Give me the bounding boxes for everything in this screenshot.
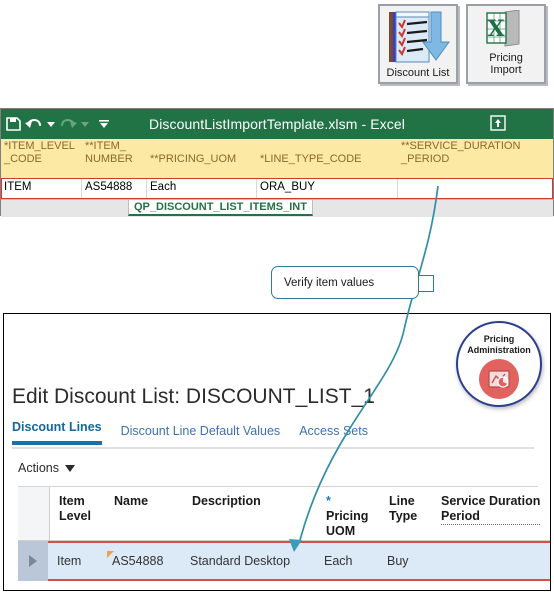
- excel-header-service-duration-period: **SERVICE_DURATION _PERIOD: [401, 140, 521, 165]
- pricing-administration-badge: Pricing Administration: [456, 321, 542, 407]
- column-header-description[interactable]: Description: [183, 487, 317, 540]
- page-title: Edit Discount List: DISCOUNT_LIST_1: [12, 385, 375, 408]
- required-flag-icon: [107, 551, 114, 558]
- top-icon-button-row: Discount List X Pricing Import: [378, 4, 546, 84]
- svg-text:X: X: [487, 16, 505, 42]
- quick-access-toolbar: [1, 116, 110, 132]
- sheet-tab-qp-discount-list-items-int[interactable]: QP_DISCOUNT_LIST_ITEMS_INT: [128, 200, 313, 216]
- actions-toolbar: Actions: [18, 461, 75, 475]
- column-header-item-level[interactable]: Item Level: [50, 487, 105, 540]
- discount-list-button-label: Discount List: [386, 67, 450, 79]
- row-expand-cell[interactable]: [18, 541, 48, 581]
- tab-bar-rule: [12, 447, 534, 449]
- cell-pricing-uom[interactable]: Each: [315, 543, 378, 579]
- discount-lines-table: Item Level Name Description * Pricing UO…: [18, 487, 550, 581]
- excel-cell-item-level-code[interactable]: ITEM: [1, 179, 82, 198]
- excel-window: DiscountListImportTemplate.xlsm - Excel …: [0, 108, 554, 217]
- column-header-service-duration-period[interactable]: Service Duration Period: [432, 487, 550, 540]
- cell-service-duration-period[interactable]: [430, 543, 550, 579]
- redo-dropdown-icon[interactable]: [81, 120, 89, 128]
- chevron-right-icon[interactable]: [29, 555, 37, 567]
- discount-list-button[interactable]: Discount List: [378, 4, 458, 84]
- excel-import-icon: X: [468, 10, 544, 48]
- excel-sheet-bar: QP_DISCOUNT_LIST_ITEMS_INT: [1, 199, 553, 217]
- customize-qat-icon[interactable]: [98, 119, 110, 129]
- cell-item-level[interactable]: Item: [48, 543, 103, 579]
- excel-title-bar: DiscountListImportTemplate.xlsm - Excel: [1, 109, 553, 139]
- tab-bar: Discount Lines Discount Line Default Val…: [12, 420, 368, 445]
- excel-header-item-number: **ITEM_ NUMBER: [85, 140, 133, 165]
- column-header-line-type[interactable]: Line Type: [380, 487, 432, 540]
- excel-cell-item-number[interactable]: AS54888: [82, 179, 147, 198]
- tab-access-sets[interactable]: Access Sets: [299, 424, 368, 445]
- column-header-name[interactable]: Name: [105, 487, 183, 540]
- excel-header-row: *ITEM_LEVEL _CODE **ITEM_ NUMBER **PRICI…: [1, 139, 553, 179]
- required-indicator: *: [326, 494, 331, 508]
- save-icon[interactable]: [5, 116, 21, 132]
- row-selector-header: [18, 487, 50, 540]
- actions-menu-label[interactable]: Actions: [18, 461, 59, 475]
- chevron-down-icon[interactable]: [65, 464, 75, 472]
- cell-name-value: AS54888: [112, 554, 164, 568]
- pricing-administration-badge-label: Pricing Administration: [467, 334, 531, 355]
- undo-icon[interactable]: [24, 116, 44, 132]
- column-header-pricing-uom[interactable]: * Pricing UOM: [317, 487, 380, 540]
- redo-icon[interactable]: [58, 116, 78, 132]
- restore-window-icon[interactable]: [489, 114, 507, 137]
- cell-line-type[interactable]: Buy: [378, 543, 430, 579]
- verify-item-values-callout: Verify item values: [271, 266, 419, 299]
- pricing-import-button-label: Pricing Import: [489, 52, 523, 76]
- excel-header-pricing-uom: **PRICING_UOM: [150, 153, 237, 165]
- tab-discount-lines[interactable]: Discount Lines: [12, 420, 102, 445]
- tab-discount-line-default-values[interactable]: Discount Line Default Values: [121, 424, 281, 445]
- discount-list-icon: [380, 10, 456, 68]
- callout-tail: [418, 275, 434, 292]
- column-header-service-duration-period-label: Service Duration Period: [441, 494, 541, 525]
- cell-name[interactable]: AS54888: [103, 543, 181, 579]
- excel-header-item-level-code: *ITEM_LEVEL _CODE: [4, 140, 75, 165]
- pricing-administration-panel: Pricing Administration Edit Discount Lis…: [3, 313, 551, 591]
- excel-cell-pricing-uom[interactable]: Each: [147, 179, 257, 198]
- excel-cell-service-duration-period[interactable]: [398, 179, 553, 198]
- table-row[interactable]: Item AS54888 Standard Desktop Each Buy: [18, 541, 550, 581]
- table-header-row: Item Level Name Description * Pricing UO…: [18, 487, 550, 541]
- column-header-pricing-uom-label: Pricing UOM: [326, 509, 369, 538]
- undo-dropdown-icon[interactable]: [47, 120, 55, 128]
- excel-cell-line-type-code[interactable]: ORA_BUY: [257, 179, 398, 198]
- excel-data-row[interactable]: ITEM AS54888 Each ORA_BUY: [1, 179, 553, 199]
- pricing-admin-icon: [479, 359, 519, 399]
- cell-description[interactable]: Standard Desktop: [181, 543, 315, 579]
- excel-header-line-type-code: *LINE_TYPE_CODE: [260, 153, 362, 165]
- pricing-import-button[interactable]: X Pricing Import: [466, 4, 546, 84]
